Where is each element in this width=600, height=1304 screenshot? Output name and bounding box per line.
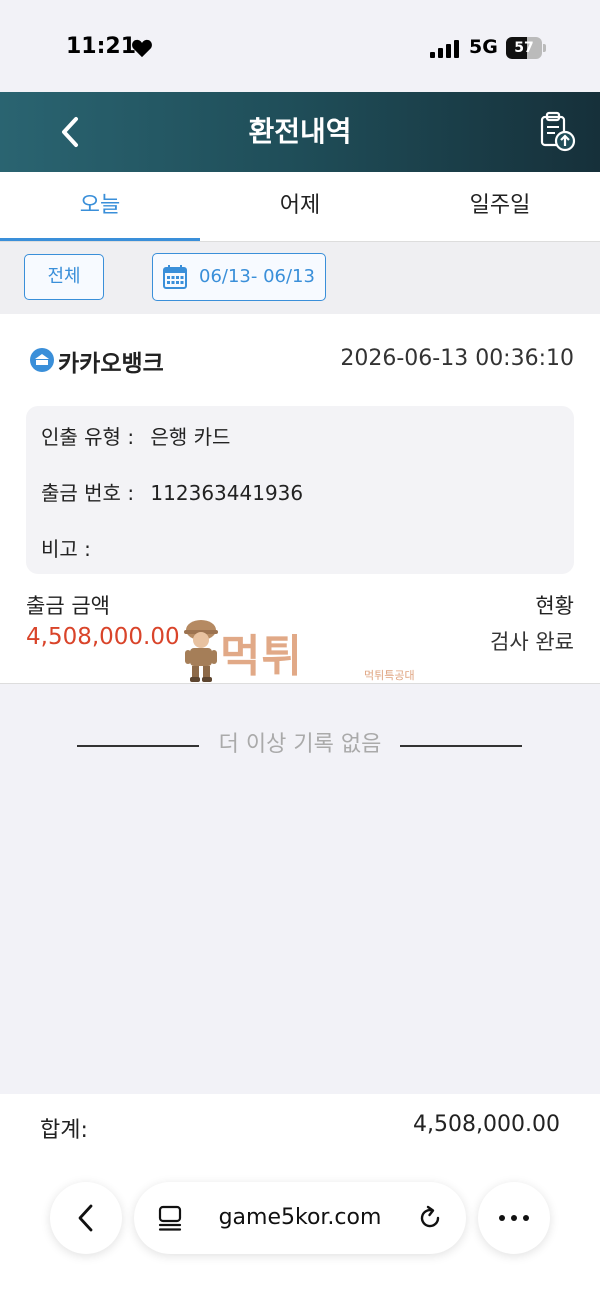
page-title: 환전내역 bbox=[248, 115, 352, 148]
watermark-text: 먹튀 bbox=[220, 631, 303, 682]
reload-icon[interactable] bbox=[416, 1204, 444, 1232]
note-label: 비고 : bbox=[41, 537, 91, 561]
address-bar[interactable]: game5kor.com bbox=[134, 1182, 466, 1254]
soldier-mascot-image bbox=[184, 620, 218, 682]
clipboard-upload-icon[interactable] bbox=[535, 110, 579, 154]
record-details: 인출 유형 : 은행 카드 출금 번호 : 112363441936 비고 : bbox=[26, 406, 574, 574]
battery-icon: 57 bbox=[506, 37, 546, 59]
bank-icon bbox=[30, 348, 54, 372]
more-dots-icon bbox=[499, 1215, 529, 1221]
amount-label: 출금 금액 bbox=[26, 594, 110, 618]
date-tabs: 오늘 어제 일주일 bbox=[0, 172, 600, 242]
battery-level: 57 bbox=[514, 40, 534, 56]
heart-icon bbox=[132, 39, 152, 58]
back-icon[interactable] bbox=[50, 110, 90, 154]
note-row: 비고 : bbox=[41, 533, 91, 562]
filter-bar: 전체 06/13- 06/13 bbox=[0, 242, 600, 314]
withdraw-number-row: 출금 번호 : 112363441936 bbox=[41, 477, 303, 506]
tab-week[interactable]: 일주일 bbox=[400, 172, 600, 242]
total-label: 합계: bbox=[40, 1118, 88, 1143]
record-datetime: 2026-06-13 00:36:10 bbox=[340, 346, 574, 371]
no-more-records-text: 더 이상 기록 없음 bbox=[218, 732, 382, 757]
total-value: 4,508,000.00 bbox=[413, 1112, 560, 1137]
withdraw-type-label: 인출 유형 : bbox=[41, 425, 135, 449]
status-label: 현황 bbox=[535, 594, 574, 618]
status-value: 검사 완료 bbox=[490, 630, 574, 654]
date-range-button[interactable]: 06/13- 06/13 bbox=[152, 253, 326, 301]
bank-name: 카카오뱅크 bbox=[58, 351, 164, 377]
withdraw-number-label: 출금 번호 : bbox=[41, 481, 135, 505]
withdraw-type-value: 은행 카드 bbox=[150, 425, 231, 449]
chevron-left-icon bbox=[78, 1204, 93, 1232]
tab-today[interactable]: 오늘 bbox=[0, 172, 200, 242]
signal-icon bbox=[430, 40, 459, 58]
withdraw-type-row: 인출 유형 : 은행 카드 bbox=[41, 421, 230, 450]
withdraw-number-value: 112363441936 bbox=[150, 481, 304, 505]
app-header: 환전내역 bbox=[0, 92, 600, 172]
browser-back-button[interactable] bbox=[50, 1182, 122, 1254]
network-type: 5G bbox=[469, 36, 498, 58]
browser-toolbar: game5kor.com bbox=[0, 1182, 600, 1254]
status-bar: 11:21 5G 57 bbox=[0, 0, 600, 92]
more-options-button[interactable] bbox=[478, 1182, 550, 1254]
watermark-subtext: 먹튀특공대 bbox=[364, 669, 415, 682]
status-time: 11:21 bbox=[66, 34, 137, 59]
date-range-text: 06/13- 06/13 bbox=[199, 266, 315, 287]
end-of-list: 더 이상 기록 없음 bbox=[0, 728, 600, 762]
active-tab-indicator bbox=[0, 238, 200, 241]
tab-yesterday[interactable]: 어제 bbox=[200, 172, 400, 242]
filter-all-button[interactable]: 전체 bbox=[24, 254, 104, 300]
calendar-icon bbox=[163, 265, 187, 289]
withdraw-amount: 4,508,000.00 bbox=[26, 624, 180, 650]
